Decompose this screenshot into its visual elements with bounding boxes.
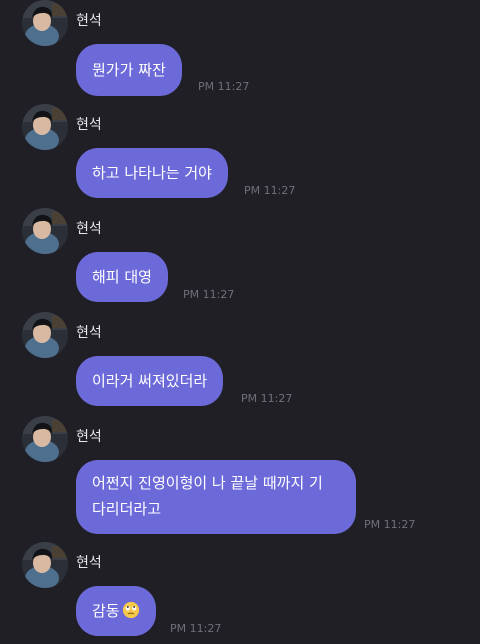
avatar[interactable] [22,416,68,462]
sender-name: 현석 [76,555,102,571]
message-time: PM 11:27 [183,288,235,301]
message-bubble[interactable]: 해피 대영 [76,252,168,302]
message-time: PM 11:27 [364,518,416,531]
avatar[interactable] [22,542,68,588]
message-time: PM 11:27 [170,622,222,635]
message-time: PM 11:27 [241,392,293,405]
avatar[interactable] [22,0,68,46]
sender-name: 현석 [76,429,102,445]
message-bubble[interactable]: 하고 나타나는 거야 [76,148,228,198]
avatar[interactable] [22,208,68,254]
message-bubble[interactable]: 감동 [76,586,156,636]
rolling-eyes-emoji-icon [122,601,139,619]
message-text: 감동 [92,602,120,620]
message-bubble[interactable]: 이라거 써져있더라 [76,356,224,406]
sender-name: 현석 [76,221,102,237]
message-bubble[interactable]: 어쩐지 진영이형이 나 끝날 때까지 기 다리더라고 [76,460,356,534]
message-time: PM 11:27 [244,184,296,197]
message-line: 어쩐지 진영이형이 나 끝날 때까지 기 [92,474,323,492]
message-bubble[interactable]: 뭔가가 짜잔 [76,44,182,96]
chat-view[interactable]: 현석 뭔가가 짜잔 PM 11:27 현석 하고 나타나는 거야 PM 11:2… [0,0,480,644]
sender-name: 현석 [76,325,102,341]
message-line: 다리더라고 [92,500,162,518]
sender-name: 현석 [76,13,102,29]
message-time: PM 11:27 [198,80,250,93]
avatar[interactable] [22,104,68,150]
avatar[interactable] [22,312,68,358]
sender-name: 현석 [76,117,102,133]
